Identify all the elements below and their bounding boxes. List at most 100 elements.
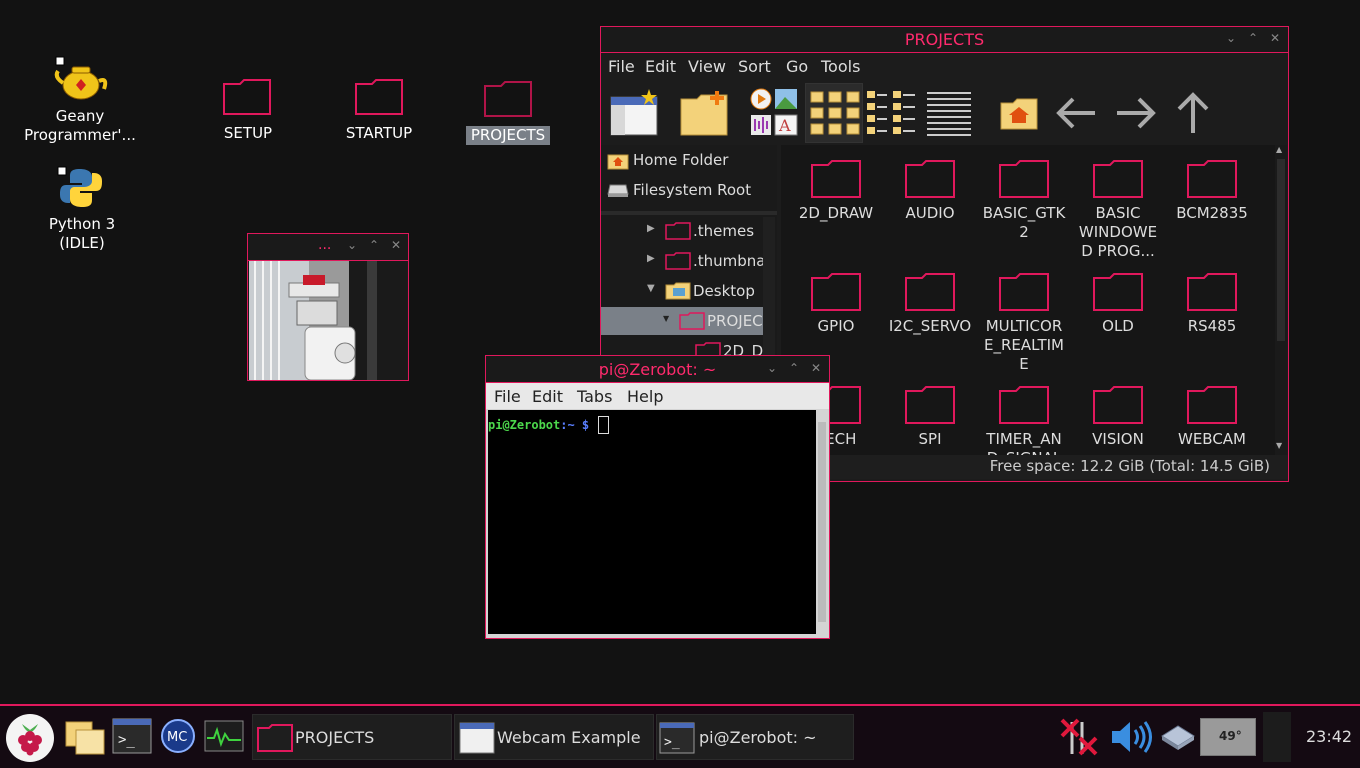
expand-arrow-icon[interactable]: ▶ [647,253,655,264]
desktop-icon-geany[interactable]: Geany Programmer'... [20,55,140,150]
menu-edit[interactable]: Edit [532,387,563,406]
task-button-webcam-example[interactable]: Webcam Example [454,714,654,760]
taskbar: >_ MC PROJECTS Webcam Example >_ pi@Zero… [0,704,1360,768]
scroll-up-icon[interactable]: ▲ [1276,145,1282,154]
collapse-arrow-icon[interactable]: ▼ [647,283,655,294]
sidebar-divider[interactable] [601,211,777,215]
desktop-folder-startup[interactable]: STARTUP [336,78,422,148]
places-home-folder[interactable]: Home Folder [603,147,775,175]
folder-item[interactable]: TIMER_AN D_SIGNAL [979,385,1069,455]
raspberry-menu-icon [18,724,42,756]
menu-file[interactable]: File [494,387,521,406]
tree-row-thumbnails[interactable]: ▶ .thumbna [601,247,766,275]
main-scrollbar[interactable]: ▲ ▼ [1275,145,1287,455]
thumbnail-view-icon[interactable]: A [747,87,799,139]
close-icon[interactable]: ✕ [808,360,824,376]
new-window-icon[interactable] [609,87,661,139]
window-icon [459,722,495,754]
icon-view-button[interactable] [805,83,863,143]
desktop-folder-projects[interactable]: PROJECTS [466,80,550,150]
close-icon[interactable]: ✕ [388,237,404,253]
folder-icon [355,79,403,115]
minimize-icon[interactable]: ⌄ [1223,30,1239,46]
file-manager-icon[interactable] [64,718,106,756]
folder-icon [999,160,1049,198]
folder-item[interactable]: I2C_SERVO [885,272,975,336]
clock[interactable]: 23:42 [1306,727,1352,746]
titlebar[interactable]: PROJECTS ⌄ ⌃ ✕ [601,27,1288,53]
compact-view-icon[interactable] [865,87,917,139]
menu-file[interactable]: File [608,57,635,76]
prompt-user: pi@Zerobot [488,418,561,432]
back-arrow-icon[interactable] [1051,87,1103,139]
folder-item[interactable]: OLD [1073,272,1163,336]
places-filesystem-root[interactable]: Filesystem Root [603,177,775,205]
terminal-output[interactable]: pi@Zerobot:~ $ [488,410,816,634]
terminal-scrollbar[interactable] [818,422,826,622]
tree-row-projects[interactable]: ▼ PROJEC [601,307,763,335]
menu-edit[interactable]: Edit [645,57,676,76]
folder-item[interactable]: BASIC WINDOWE D PROG... [1073,159,1163,261]
folder-item[interactable]: BASIC_GTK 2 [979,159,1069,242]
forward-arrow-icon[interactable] [1109,87,1161,139]
task-label: PROJECTS [295,728,375,747]
tree-row-desktop[interactable]: ▼ Desktop [601,277,763,305]
task-button-projects[interactable]: PROJECTS [252,714,452,760]
start-menu-button[interactable] [6,714,54,762]
menu-view[interactable]: View [688,57,726,76]
maximize-icon[interactable]: ⌃ [786,360,802,376]
terminal-icon[interactable]: >_ [112,718,152,754]
svg-text:>_: >_ [118,732,135,748]
desktop-folder-icon [665,282,691,300]
cpu-temperature[interactable]: 49° [1200,718,1256,756]
menu-help[interactable]: Help [627,387,663,406]
eject-icon[interactable] [1160,724,1196,750]
folder-item[interactable]: BCM2835 [1167,159,1257,223]
task-label: pi@Zerobot: ~ [699,728,817,747]
menu-sort[interactable]: Sort [738,57,771,76]
task-button-terminal[interactable]: >_ pi@Zerobot: ~ [656,714,854,760]
scroll-down-icon[interactable]: ▼ [1276,441,1282,450]
folder-label: OLD [1102,317,1134,335]
folder-item[interactable]: SPI [885,385,975,449]
titlebar[interactable]: pi@Zerobot: ~ ⌄ ⌃ ✕ [486,356,829,383]
up-arrow-icon[interactable] [1167,87,1219,139]
titlebar[interactable]: ... ⌄ ⌃ ✕ [248,234,408,261]
webcam-window[interactable]: ... ⌄ ⌃ ✕ [247,233,409,381]
collapse-arrow-icon[interactable]: ▼ [663,314,669,323]
expand-arrow-icon[interactable]: ▶ [647,223,655,234]
network-disconnected-icon[interactable] [1058,718,1098,756]
menu-go[interactable]: Go [786,57,808,76]
tree-scrollbar[interactable] [763,217,775,357]
new-folder-icon[interactable] [679,87,731,139]
text-cursor [598,415,610,434]
folder-item[interactable]: VISION [1073,385,1163,449]
folder-item[interactable]: RS485 [1167,272,1257,336]
volume-icon[interactable] [1110,720,1154,754]
folder-item[interactable]: GPIO [791,272,881,336]
menu-tabs[interactable]: Tabs [577,387,612,406]
mathematica-icon[interactable]: MC [160,718,196,754]
detailed-list-icon[interactable] [923,87,975,139]
folder-icon [1187,273,1237,311]
folder-item[interactable]: AUDIO [885,159,975,223]
tree-row-themes[interactable]: ▶ .themes [601,217,763,245]
desktop-icon-python[interactable]: Python 3 (IDLE) [22,165,142,255]
maximize-icon[interactable]: ⌃ [366,237,382,253]
folder-item[interactable]: MULTICOR E_REALTIM E [979,272,1069,374]
cpu-monitor-icon[interactable] [204,720,244,752]
tree-label: .thumbna [693,252,766,270]
minimize-icon[interactable]: ⌄ [344,237,360,253]
desktop-folder-setup[interactable]: SETUP [210,78,286,148]
folder-item[interactable]: 2D_DRAW [791,159,881,223]
minimize-icon[interactable]: ⌄ [764,360,780,376]
home-icon[interactable] [993,87,1045,139]
scroll-thumb[interactable] [1277,159,1285,341]
menu-tools[interactable]: Tools [821,57,860,76]
close-icon[interactable]: ✕ [1267,30,1283,46]
file-grid: 2D_DRAW AUDIO BASIC_GTK 2 BASIC WINDOWE … [781,145,1279,455]
maximize-icon[interactable]: ⌃ [1245,30,1261,46]
desktop-icon-label: Geany Programmer'... [24,107,136,144]
folder-item[interactable]: WEBCAM [1167,385,1257,449]
terminal-window[interactable]: pi@Zerobot: ~ ⌄ ⌃ ✕ File Edit Tabs Help … [485,355,830,639]
